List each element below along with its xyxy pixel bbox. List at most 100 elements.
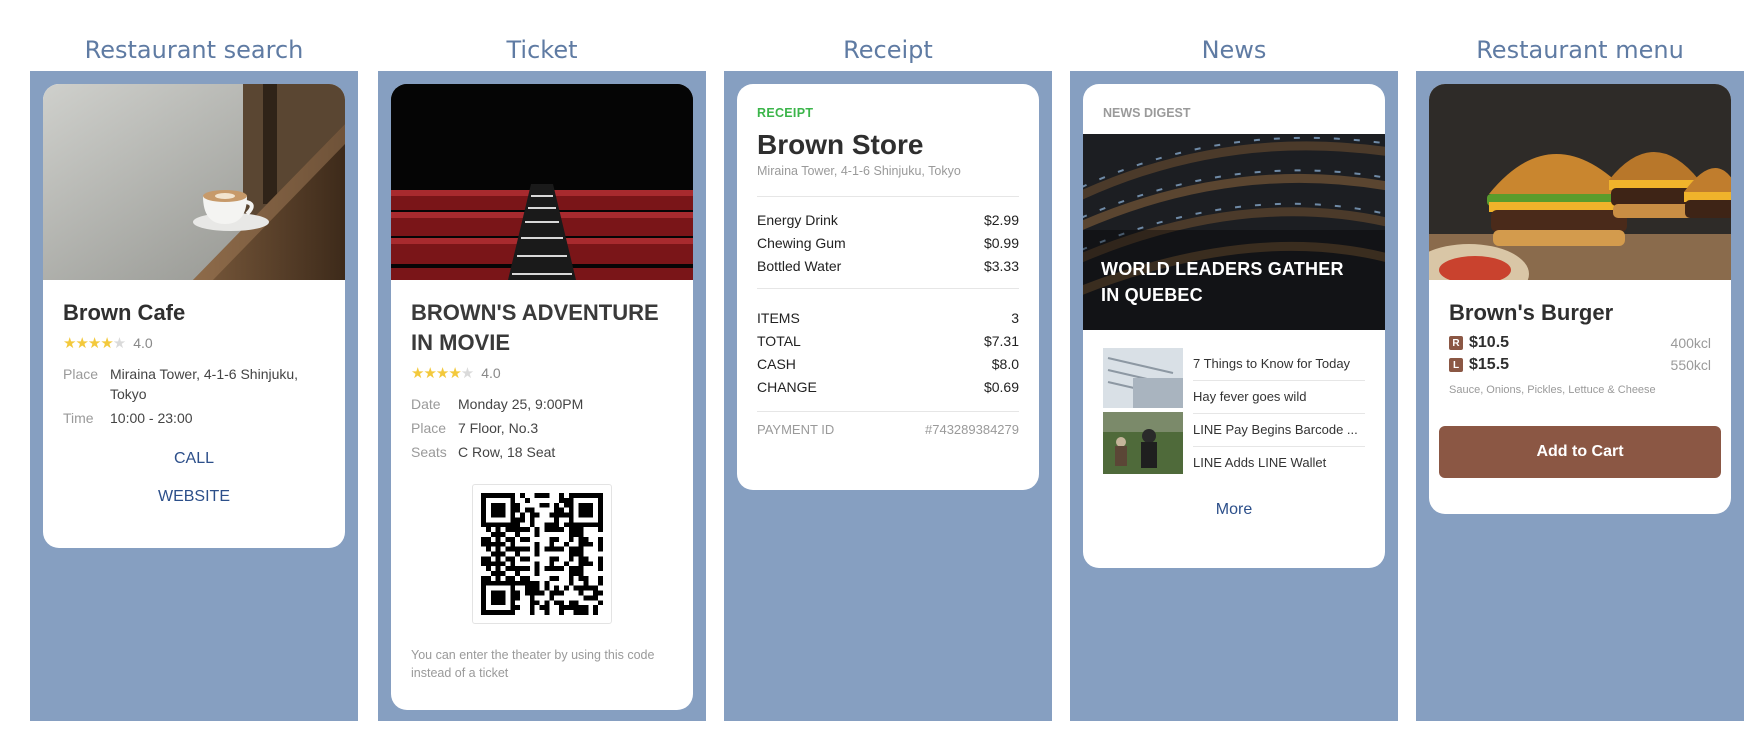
rating-stars-icon: ★★★★★ [63, 335, 126, 352]
item-name: Chewing Gum [757, 235, 846, 251]
time-row: Time 10:00 - 23:00 [63, 408, 325, 428]
rating: ★★★★★ 4.0 [411, 364, 673, 382]
item-price: $0.99 [983, 235, 1019, 251]
list-item: Bottled Water $3.33 [757, 255, 1019, 278]
size-kcal: 550kcl [1670, 357, 1711, 373]
list-item: Chewing Gum $0.99 [757, 232, 1019, 255]
size-row-large: L $15.5 550kcl [1449, 356, 1711, 374]
size-badge: R [1449, 336, 1463, 350]
date-label: Date [411, 396, 441, 412]
change-row: CHANGE $0.69 [757, 376, 1019, 399]
place-row: Place 7 Floor, No.3 [411, 418, 673, 438]
news-panel: NEWS DIGEST WORLD LEADERS GATHER IN QUEB… [1070, 71, 1398, 721]
size-badge: L [1449, 358, 1463, 372]
news-list: 7 Things to Know for Today Hay fever goe… [1083, 330, 1385, 519]
seats-label: Seats [411, 444, 447, 460]
date-row: Date Monday 25, 9:00PM [411, 394, 673, 414]
totals: ITEMS 3 TOTAL $7.31 CASH $8.0 CHANGE $0.69 [757, 289, 1019, 411]
date-value: Monday 25, 9:00PM [458, 396, 584, 412]
seats-value: C Row, 18 Seat [458, 444, 556, 460]
change-label: CHANGE [757, 379, 817, 395]
restaurant-name: Brown Cafe [63, 300, 186, 325]
payment-id: #743289384279 [925, 422, 1019, 437]
ticket-card[interactable]: BROWN'S ADVENTURE IN MOVIE ★★★★★ 4.0 Dat… [391, 84, 693, 710]
restaurant-card[interactable]: Brown Cafe ★★★★★ 4.0 Place Miraina Tower… [43, 84, 345, 548]
burger-photo [1429, 84, 1731, 280]
crowd-thumbnail [1103, 412, 1183, 474]
website-button[interactable]: WEBSITE [63, 488, 325, 506]
payment-row: PAYMENT ID #743289384279 [757, 418, 1019, 441]
menu-item-name: Brown's Burger [1449, 300, 1614, 325]
add-to-cart-button[interactable]: Add to Cart [1439, 426, 1721, 478]
menu-card[interactable]: Brown's Burger R $10.5 400kcl L $15.5 55… [1429, 84, 1731, 514]
place-value: Miraina Tower, 4-1-6 Shinjuku, Tokyo [110, 366, 299, 402]
qr-code-icon [481, 493, 603, 615]
place-value: 7 Floor, No.3 [458, 420, 539, 436]
cash-label: CASH [757, 356, 796, 372]
column-title: News [1201, 36, 1267, 64]
rating-value: 4.0 [481, 365, 501, 381]
news-label: NEWS DIGEST [1103, 106, 1191, 120]
receipt-panel: RECEIPT Brown Store Miraina Tower, 4-1-6… [724, 71, 1052, 721]
headline-hero[interactable]: WORLD LEADERS GATHER IN QUEBEC [1083, 134, 1385, 330]
rating-stars-icon: ★★★★★ [411, 365, 474, 382]
cash-value: $8.0 [991, 356, 1019, 372]
change-value: $0.69 [983, 379, 1019, 395]
ticket-title: BROWN'S ADVENTURE IN MOVIE [411, 300, 659, 355]
item-list: Energy Drink $2.99 Chewing Gum $0.99 Bottl… [757, 197, 1019, 288]
headline-text: WORLD LEADERS GATHER IN QUEBEC [1101, 259, 1344, 305]
column-title: Restaurant search [84, 36, 304, 64]
place-label: Place [63, 366, 99, 382]
restaurant-menu-panel: Brown's Burger R $10.5 400kcl L $15.5 55… [1416, 71, 1744, 721]
column-title: Restaurant menu [1476, 36, 1684, 64]
items-count: 3 [1011, 310, 1019, 326]
list-item[interactable]: LINE Adds LINE Wallet [1193, 447, 1365, 479]
rating: ★★★★★ 4.0 [63, 334, 325, 352]
receipt-label: RECEIPT [757, 106, 814, 120]
divider [757, 411, 1019, 412]
ticket-note: You can enter the theater by using this … [411, 648, 655, 680]
size-kcal: 400kcl [1670, 335, 1711, 351]
item-name: Bottled Water [757, 258, 842, 274]
call-button[interactable]: CALL [63, 450, 325, 468]
list-item: Energy Drink $2.99 [757, 209, 1019, 232]
items-count-row: ITEMS 3 [757, 307, 1019, 330]
seats-row: Seats C Row, 18 Seat [411, 442, 673, 462]
item-name: Energy Drink [757, 212, 838, 228]
total-label: TOTAL [757, 333, 801, 349]
receipt-card[interactable]: RECEIPT Brown Store Miraina Tower, 4-1-6… [737, 84, 1039, 490]
rating-value: 4.0 [133, 335, 153, 351]
theater-photo [391, 84, 693, 280]
payment-label: PAYMENT ID [757, 422, 835, 437]
receipt-column: Receipt RECEIPT Brown Store Miraina Towe… [724, 0, 1052, 740]
total-value: $7.31 [983, 333, 1019, 349]
ticket-panel: BROWN'S ADVENTURE IN MOVIE ★★★★★ 4.0 Dat… [378, 71, 706, 721]
column-title: Ticket [506, 36, 578, 64]
cash-row: CASH $8.0 [757, 353, 1019, 376]
items-label: ITEMS [757, 310, 800, 326]
store-address: Miraina Tower, 4-1-6 Shinjuku, Tokyo [757, 164, 961, 178]
more-button[interactable]: More [1103, 501, 1365, 519]
size-row-regular: R $10.5 400kcl [1449, 334, 1711, 352]
column-title: Receipt [843, 36, 933, 64]
newspaper-thumbnail [1103, 348, 1183, 408]
time-value: 10:00 - 23:00 [110, 410, 193, 426]
item-price: $3.33 [983, 258, 1019, 274]
qr-code-frame [472, 484, 612, 624]
item-price: $2.99 [983, 212, 1019, 228]
ingredients: Sauce, Onions, Pickles, Lettuce & Cheese [1449, 384, 1656, 396]
place-label: Place [411, 420, 447, 436]
news-card[interactable]: NEWS DIGEST WORLD LEADERS GATHER IN QUEB… [1083, 84, 1385, 568]
list-item[interactable]: LINE Pay Begins Barcode ... [1193, 414, 1365, 447]
list-item[interactable]: Hay fever goes wild [1193, 381, 1365, 414]
time-label: Time [63, 410, 94, 426]
news-column: News NEWS DIGEST WORLD LEADERS GATHER IN… [1070, 0, 1398, 740]
list-item[interactable]: 7 Things to Know for Today [1193, 348, 1365, 381]
total-row: TOTAL $7.31 [757, 330, 1019, 353]
place-row: Place Miraina Tower, 4-1-6 Shinjuku, Tok… [63, 364, 325, 404]
size-price: $10.5 [1469, 334, 1510, 351]
ticket-column: Ticket BROWN'S ADVENTURE IN MOVIE ★★★★★ … [378, 0, 706, 740]
store-name: Brown Store [757, 129, 924, 160]
restaurant-search-column: Restaurant search Brown Cafe ★★★★★ 4.0 P… [30, 0, 358, 740]
restaurant-menu-column: Restaurant menu Brown's Burger R $10.5 4… [1416, 0, 1744, 740]
